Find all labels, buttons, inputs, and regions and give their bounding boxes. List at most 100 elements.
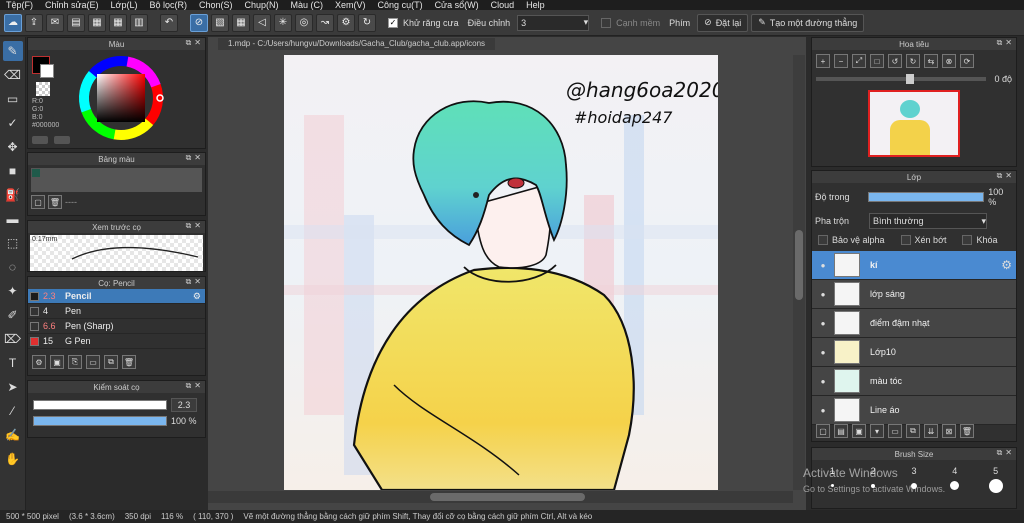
undo-icon[interactable]: ↶ (160, 13, 178, 32)
rotate-icon[interactable]: ↻ (358, 13, 376, 32)
export-icon[interactable]: ⇪ (25, 13, 43, 32)
brush-item[interactable]: 15 G Pen (28, 334, 205, 349)
layer-item[interactable]: ● kí ⚙ (812, 251, 1016, 280)
reset-view-icon[interactable]: ⊗ (942, 54, 956, 68)
duplicate-layer-icon[interactable]: ⧉ (906, 424, 920, 438)
palette-swatch[interactable] (32, 169, 40, 177)
new-image-layer-icon[interactable]: ▣ (852, 424, 866, 438)
operation-icon[interactable]: ➤ (3, 377, 23, 397)
undock-icon[interactable]: ⧉ (997, 171, 1003, 181)
zoom-in-icon[interactable]: + (816, 54, 830, 68)
close-icon[interactable]: ✕ (194, 381, 201, 391)
swap-button[interactable] (32, 136, 48, 144)
grid-icon[interactable]: ▦ (109, 13, 127, 32)
menu-edit[interactable]: Chỉnh sửa(E) (45, 0, 99, 10)
select-pen-icon[interactable]: ✐ (3, 305, 23, 325)
new-halftone-layer-icon[interactable]: ▤ (834, 424, 848, 438)
bucket-icon[interactable]: ⛽ (3, 185, 23, 205)
close-icon[interactable]: ✕ (194, 153, 201, 163)
vanish-snap-icon[interactable]: ◁ (253, 13, 271, 32)
reset-colors-button[interactable] (54, 136, 70, 144)
layer-item[interactable]: ● Line áo (812, 396, 1016, 425)
adjust-select[interactable]: 3 ▾ (517, 14, 590, 31)
trash-icon[interactable]: 🗑 (960, 424, 974, 438)
eraser-tool-icon[interactable]: ⌫ (3, 65, 23, 85)
flip-icon[interactable]: ⇆ (924, 54, 938, 68)
refresh-icon[interactable]: ⟳ (960, 54, 974, 68)
layers-icon[interactable]: ▦ (88, 13, 106, 32)
chat-icon[interactable]: ✉ (46, 13, 64, 32)
visibility-icon[interactable]: ● (812, 319, 834, 328)
antialias-checkbox[interactable]: ✓ (388, 17, 398, 28)
add-brush-icon[interactable]: ⚙ (32, 355, 46, 369)
move-icon[interactable]: ✥ (3, 137, 23, 157)
size-preset[interactable]: 5 (982, 466, 1010, 493)
gear-icon[interactable]: ⚙ (1001, 258, 1012, 272)
zoom-slider-handle[interactable] (906, 74, 914, 84)
grid-snap-icon[interactable]: ▦ (232, 13, 250, 32)
hand-icon[interactable]: ✋ (3, 449, 23, 469)
menu-layer[interactable]: Lớp(L) (111, 0, 138, 10)
trash-icon[interactable]: 🗑 (122, 355, 136, 369)
menu-cloud[interactable]: Cloud (491, 0, 515, 10)
visibility-icon[interactable]: ● (812, 377, 834, 386)
no-snap-icon[interactable]: ⊘ (190, 13, 208, 32)
brush-group-icon[interactable]: ▣ (50, 355, 64, 369)
cloud-icon[interactable]: ☁ (4, 13, 22, 32)
layer-opacity-slider[interactable] (867, 192, 985, 202)
add-layer-menu-icon[interactable]: ▾ (870, 424, 884, 438)
brush-item[interactable]: 2.3 Pencil ⚙ (28, 289, 205, 304)
close-icon[interactable]: ✕ (1005, 38, 1012, 48)
menu-view[interactable]: Xem(V) (335, 0, 366, 10)
copy-brush-icon[interactable]: ⎘ (68, 355, 82, 369)
menu-capture[interactable]: Chụp(N) (245, 0, 279, 10)
clipping-checkbox[interactable] (900, 235, 911, 245)
duplicate-icon[interactable]: ⧉ (104, 355, 118, 369)
settings-icon[interactable]: ⚙ (337, 13, 355, 32)
undock-icon[interactable]: ⧉ (186, 381, 192, 391)
zoom-fit-icon[interactable]: ⤢ (852, 54, 866, 68)
gradient-icon[interactable]: ▬ (3, 209, 23, 229)
folder-icon[interactable]: ▭ (888, 424, 902, 438)
protect-alpha-checkbox[interactable] (818, 235, 828, 245)
menu-window[interactable]: Cửa sổ(W) (435, 0, 479, 10)
document-icon[interactable]: ▥ (130, 13, 148, 32)
brush-item[interactable]: 4 Pen (28, 304, 205, 319)
zoom-slider[interactable] (816, 74, 987, 84)
menu-filter[interactable]: Bộ lọc(R) (149, 0, 187, 10)
layer-item[interactable]: ● Lớp10 (812, 338, 1016, 367)
lasso-icon[interactable]: ✓ (3, 113, 23, 133)
visibility-icon[interactable]: ● (812, 290, 834, 299)
layer-item[interactable]: ● lớp sáng (812, 280, 1016, 309)
undock-icon[interactable]: ⧉ (186, 221, 192, 231)
lock-checkbox[interactable] (962, 235, 973, 245)
new-file-icon[interactable]: ▤ (67, 13, 85, 32)
navigator-thumbnail[interactable] (868, 90, 960, 157)
layer-item[interactable]: ● điểm đậm nhạt (812, 309, 1016, 338)
document-tab[interactable]: 1.mdp - C:/Users/hungvu/Downloads/Gacha_… (218, 38, 496, 50)
vertical-scrollbar[interactable] (793, 55, 805, 490)
opacity-slider[interactable] (33, 416, 167, 426)
layer-item[interactable]: ● màu tóc (812, 367, 1016, 396)
magic-wand-icon[interactable]: ✦ (3, 281, 23, 301)
menu-tools[interactable]: Công cụ(T) (378, 0, 423, 10)
delete-palette-icon[interactable]: 🗑 (48, 195, 62, 209)
size-value[interactable]: 2.3 (171, 398, 197, 412)
pen-tool-icon[interactable]: ✍ (3, 425, 23, 445)
brush-item[interactable]: 6.6 Pen (Sharp) (28, 319, 205, 334)
zoom-actual-icon[interactable]: □ (870, 54, 884, 68)
new-palette-icon[interactable]: ▢ (31, 195, 45, 209)
new-layer-icon[interactable]: ▢ (816, 424, 830, 438)
visibility-icon[interactable]: ● (812, 348, 834, 357)
gear-icon[interactable]: ⚙ (193, 291, 201, 302)
close-icon[interactable]: ✕ (194, 221, 201, 231)
undock-icon[interactable]: ⧉ (997, 38, 1003, 48)
merge-down-icon[interactable]: ⇊ (924, 424, 938, 438)
close-icon[interactable]: ✕ (194, 277, 201, 287)
close-icon[interactable]: ✕ (1005, 448, 1012, 458)
undock-icon[interactable]: ⧉ (186, 153, 192, 163)
menu-select[interactable]: Chọn(S) (199, 0, 233, 10)
blend-select[interactable]: Bình thường ▾ (869, 213, 987, 229)
parallel-snap-icon[interactable]: ▧ (211, 13, 229, 32)
curve-snap-icon[interactable]: ↝ (316, 13, 334, 32)
